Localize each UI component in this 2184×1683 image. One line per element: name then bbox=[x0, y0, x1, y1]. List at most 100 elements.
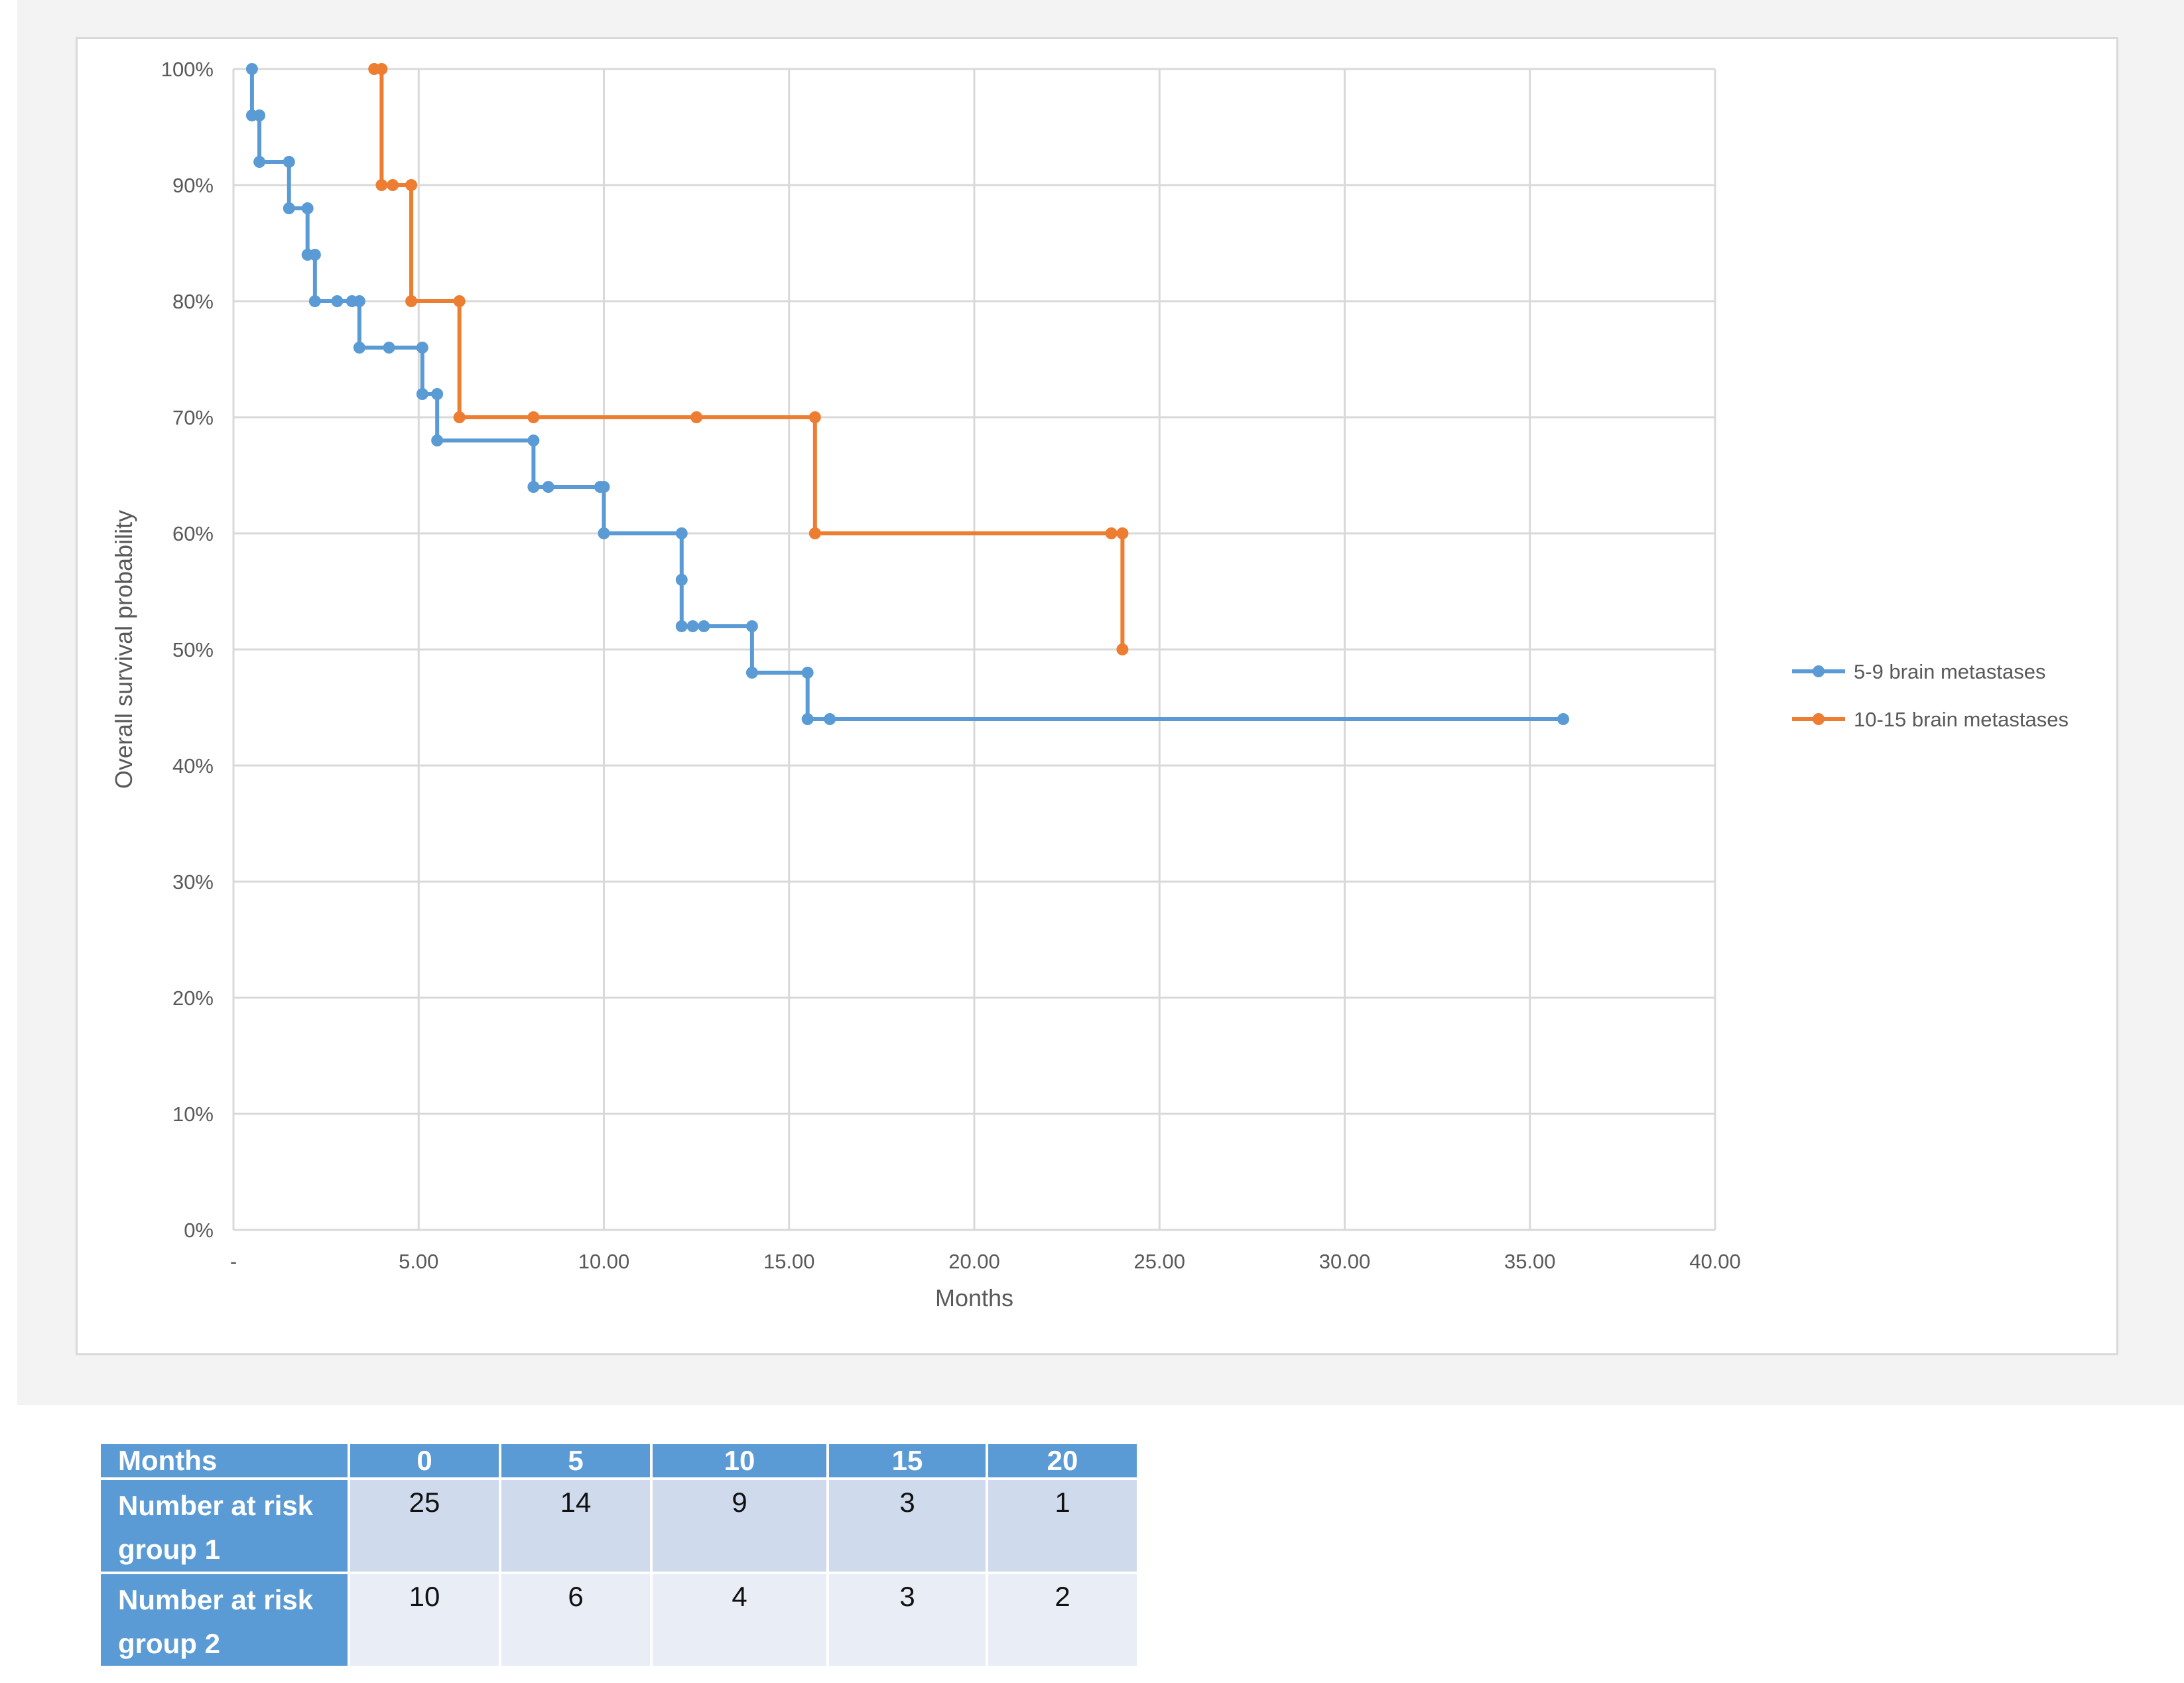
data-point bbox=[283, 202, 295, 214]
data-point bbox=[331, 295, 344, 307]
data-point bbox=[245, 63, 258, 75]
table-header-row: Months 0 5 10 15 20 bbox=[101, 1444, 1137, 1477]
data-point bbox=[431, 435, 444, 446]
data-point bbox=[283, 156, 295, 168]
table-header-month-15: 15 bbox=[829, 1444, 986, 1477]
data-point bbox=[375, 179, 388, 191]
table-cell: 9 bbox=[653, 1480, 826, 1572]
series-line-2 bbox=[374, 67, 1125, 649]
data-point bbox=[824, 713, 836, 725]
series-line-1 bbox=[249, 69, 1564, 721]
data-point bbox=[745, 620, 758, 632]
data-point bbox=[253, 109, 266, 121]
data-point bbox=[686, 620, 699, 632]
y-tick-label: 70% bbox=[172, 406, 214, 429]
data-point bbox=[801, 667, 814, 679]
data-point bbox=[301, 202, 314, 214]
data-point bbox=[527, 411, 540, 423]
data-point bbox=[675, 574, 688, 586]
y-tick-label: 10% bbox=[172, 1103, 214, 1126]
table-cell: 10 bbox=[350, 1574, 499, 1666]
table-header-month-20: 20 bbox=[988, 1444, 1137, 1477]
table-cell: 3 bbox=[829, 1574, 986, 1666]
row-label-group-2: Number at risk group 2 bbox=[101, 1574, 348, 1666]
x-tick-label: 10.00 bbox=[578, 1250, 630, 1273]
table-cell: 14 bbox=[501, 1480, 650, 1572]
data-point bbox=[405, 295, 418, 307]
legend-marker-2 bbox=[1813, 713, 1825, 725]
x-tick-label: - bbox=[230, 1250, 237, 1273]
y-tick-label: 50% bbox=[172, 638, 214, 661]
data-point bbox=[808, 527, 821, 539]
y-tick-label: 0% bbox=[184, 1219, 214, 1242]
row-label-line2: group 2 bbox=[118, 1628, 220, 1659]
table-cell: 3 bbox=[829, 1480, 986, 1572]
data-point bbox=[801, 713, 814, 725]
data-point bbox=[598, 481, 610, 493]
data-point bbox=[1105, 527, 1118, 539]
table-header-month-5: 5 bbox=[501, 1444, 650, 1477]
data-point bbox=[416, 342, 428, 354]
data-point bbox=[453, 295, 466, 307]
data-point bbox=[383, 342, 395, 354]
data-point bbox=[387, 179, 399, 191]
x-tick-label: 30.00 bbox=[1319, 1250, 1371, 1273]
data-point bbox=[675, 527, 688, 539]
x-tick-label: 40.00 bbox=[1689, 1250, 1741, 1273]
y-tick-label: 80% bbox=[172, 290, 214, 313]
chart-panel: - 5.00 10.00 15.00 20.00 25.00 30.00 35.00 40.00… bbox=[76, 37, 2118, 1355]
legend-label-1: 5-9 brain metastases bbox=[1854, 660, 2045, 683]
data-point bbox=[527, 481, 540, 493]
number-at-risk-table: Months 0 5 10 15 20 Number at risk group … bbox=[98, 1442, 1139, 1668]
legend-label-2: 10-15 brain metastases bbox=[1854, 708, 2069, 731]
table-cell: 6 bbox=[501, 1574, 650, 1666]
data-point bbox=[353, 342, 365, 354]
y-axis-title: Overall survival probability bbox=[110, 510, 137, 789]
x-tick-label: 20.00 bbox=[948, 1250, 1000, 1273]
table-row: Number at risk group 1 25 14 9 3 1 bbox=[101, 1480, 1137, 1572]
y-tick-label: 30% bbox=[172, 870, 214, 894]
data-point bbox=[375, 63, 388, 75]
table-header-months: Months bbox=[101, 1444, 348, 1477]
x-axis-title: Months bbox=[935, 1284, 1013, 1312]
data-point bbox=[1116, 643, 1129, 655]
data-point bbox=[1557, 713, 1570, 725]
data-point bbox=[808, 411, 821, 423]
data-point bbox=[1116, 527, 1129, 539]
table-cell: 2 bbox=[988, 1574, 1137, 1666]
y-tick-label: 40% bbox=[172, 754, 214, 777]
x-tick-label: 25.00 bbox=[1133, 1250, 1185, 1273]
table-header-month-0: 0 bbox=[350, 1444, 499, 1477]
y-tick-label: 90% bbox=[172, 174, 214, 197]
data-point bbox=[308, 249, 321, 261]
data-point bbox=[542, 481, 554, 493]
survival-chart: - 5.00 10.00 15.00 20.00 25.00 30.00 35.00 40.00… bbox=[110, 58, 2069, 1312]
y-tick-label: 60% bbox=[172, 522, 214, 545]
data-point bbox=[353, 295, 365, 307]
x-tick-label: 5.00 bbox=[399, 1250, 438, 1273]
data-point bbox=[405, 179, 418, 191]
row-label-line1: Number at risk bbox=[118, 1490, 314, 1521]
data-point bbox=[416, 388, 428, 400]
data-point bbox=[453, 411, 466, 423]
legend-marker-1 bbox=[1813, 665, 1825, 677]
data-point bbox=[698, 620, 710, 632]
y-tick-label: 100% bbox=[161, 58, 214, 81]
data-point bbox=[675, 620, 688, 632]
table-cell: 4 bbox=[653, 1574, 826, 1666]
data-point bbox=[431, 388, 444, 400]
data-point bbox=[253, 156, 266, 168]
data-point bbox=[745, 667, 758, 679]
table-cell: 25 bbox=[350, 1480, 499, 1572]
table-row: Number at risk group 2 10 6 4 3 2 bbox=[101, 1574, 1137, 1666]
data-point bbox=[527, 435, 540, 446]
data-point bbox=[690, 411, 703, 423]
x-tick-label: 15.00 bbox=[763, 1250, 815, 1273]
row-label-line2: group 1 bbox=[118, 1534, 220, 1565]
table-cell: 1 bbox=[988, 1480, 1137, 1572]
data-point bbox=[308, 295, 321, 307]
data-point bbox=[598, 527, 610, 539]
row-label-group-1: Number at risk group 1 bbox=[101, 1480, 348, 1572]
x-tick-label: 35.00 bbox=[1504, 1250, 1556, 1273]
y-tick-label: 20% bbox=[172, 986, 214, 1010]
